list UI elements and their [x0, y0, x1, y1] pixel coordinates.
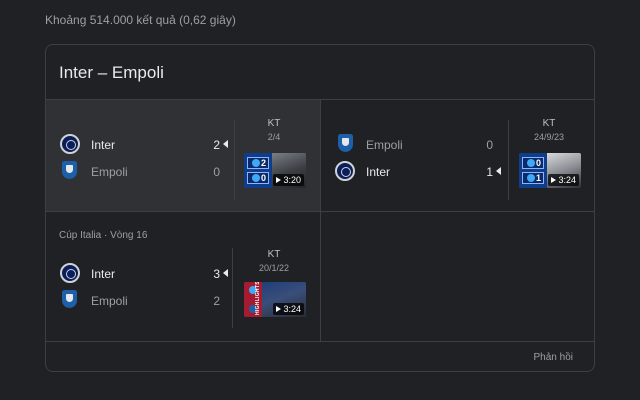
winner-arrow-icon — [496, 167, 501, 175]
match-status: KT — [542, 118, 556, 129]
feedback-link[interactable]: Phản hồi — [534, 352, 573, 363]
thumb-score-away-value: 1 — [535, 173, 541, 183]
away-team-name: Empoli — [91, 294, 128, 308]
home-team-score: 2 — [213, 138, 220, 152]
away-team-name: Empoli — [91, 165, 128, 179]
video-duration: 3:24 — [283, 304, 301, 314]
match-card-2[interactable]: Empoli 0 Inter 1 KT 24/9/23 0 1 3:24 — [321, 100, 594, 211]
video-duration-badge: 3:24 — [548, 174, 579, 186]
inter-logo-icon — [60, 263, 80, 283]
match-separator — [234, 120, 235, 200]
away-team-name: Inter — [366, 165, 391, 179]
away-team-score: 0 — [213, 165, 220, 179]
winner-arrow-icon — [223, 140, 228, 148]
competition-label: Cúp Italia · Vòng 16 — [59, 230, 148, 241]
match-separator — [508, 120, 509, 200]
thumb-score-away: 0 — [247, 172, 269, 184]
mini-team-icon — [527, 174, 535, 182]
thumb-score-away: 1 — [522, 172, 544, 184]
home-team-score: 3 — [213, 267, 220, 281]
video-duration-badge: 3:24 — [273, 303, 304, 315]
video-thumbnail[interactable]: HIGHLIGHTS 3:24 — [244, 282, 306, 317]
match-status: KT — [267, 249, 281, 260]
thumb-score-home: 2 — [247, 157, 269, 169]
video-duration: 3:20 — [283, 175, 301, 185]
video-thumbnail[interactable]: 2 0 3:20 — [244, 153, 306, 188]
sports-results-card: Inter – Empoli Inter 2 Empoli 0 KT 2/4 2… — [45, 44, 595, 372]
thumb-score-away-value: 0 — [260, 173, 266, 183]
match-date: 20/1/22 — [258, 263, 290, 273]
empoli-logo-icon — [62, 161, 77, 179]
play-icon — [551, 177, 557, 183]
match-card-3[interactable]: Cúp Italia · Vòng 16 Inter 3 Empoli 2 KT… — [46, 212, 320, 341]
home-team-name: Empoli — [366, 138, 403, 152]
inter-logo-icon — [335, 161, 355, 181]
match-card-1[interactable]: Inter 2 Empoli 0 KT 2/4 2 0 3:20 — [46, 100, 320, 211]
thumb-scoreboard: 2 0 — [244, 153, 272, 188]
thumb-highlights-strip: HIGHLIGHTS — [244, 282, 262, 317]
home-team-score: 0 — [486, 138, 493, 152]
video-duration-badge: 3:20 — [273, 174, 304, 186]
mini-team-icon — [252, 159, 260, 167]
video-duration: 3:24 — [558, 175, 576, 185]
thumb-score-home: 0 — [522, 157, 544, 169]
video-thumbnail[interactable]: 0 1 3:24 — [519, 153, 581, 188]
grid-divider-bottom — [46, 341, 594, 342]
thumb-score-home-value: 0 — [535, 158, 541, 168]
match-separator — [232, 248, 233, 328]
home-team-name: Inter — [91, 267, 116, 281]
match-status: KT — [267, 118, 281, 129]
empoli-logo-icon — [62, 290, 77, 308]
thumb-score-home-value: 2 — [260, 158, 266, 168]
play-icon — [276, 177, 282, 183]
result-stats: Khoảng 514.000 kết quả (0,62 giây) — [45, 13, 236, 27]
play-icon — [276, 306, 282, 312]
home-team-name: Inter — [91, 138, 116, 152]
winner-arrow-icon — [223, 269, 228, 277]
mini-team-icon — [252, 174, 260, 182]
match-date: 2/4 — [267, 132, 281, 142]
match-date: 24/9/23 — [533, 132, 565, 142]
inter-logo-icon — [60, 134, 80, 154]
away-team-score: 2 — [213, 294, 220, 308]
empoli-logo-icon — [338, 134, 353, 152]
away-team-score: 1 — [486, 165, 493, 179]
mini-team-icon — [527, 159, 535, 167]
card-title[interactable]: Inter – Empoli — [59, 63, 164, 83]
thumb-scoreboard: 0 1 — [519, 153, 547, 188]
